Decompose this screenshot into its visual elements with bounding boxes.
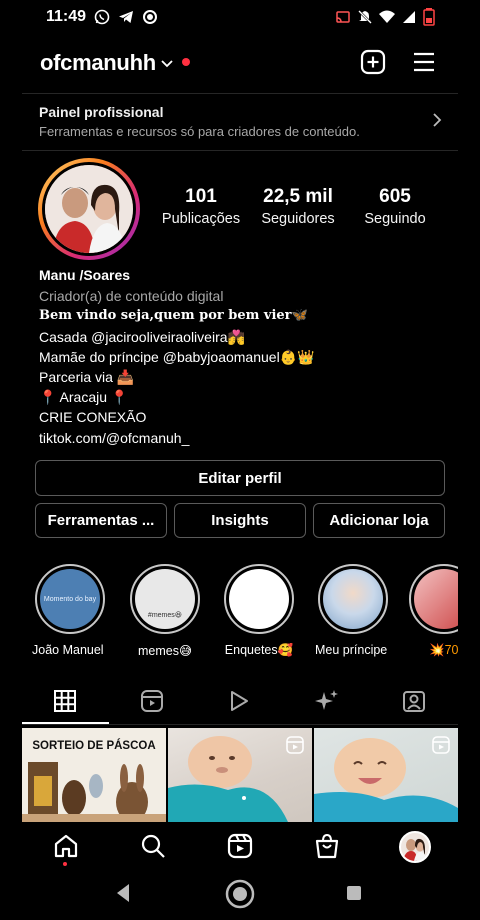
battery-icon: [420, 8, 438, 26]
bio-line: Bem vindo seja,quem por bem vier🦋: [39, 308, 308, 323]
stat-posts-value: 101: [185, 186, 217, 207]
tab-reels[interactable]: [109, 686, 195, 716]
record-icon: [141, 8, 159, 26]
insights-button[interactable]: Insights: [174, 503, 306, 538]
stat-posts[interactable]: 101 Publicações: [151, 186, 251, 227]
profile-name: Manu /Soares: [39, 267, 131, 283]
chevron-right-icon: [432, 112, 442, 133]
status-bar: 11:49: [0, 0, 480, 36]
create-icon[interactable]: [359, 48, 387, 76]
menu-icon[interactable]: [410, 48, 438, 76]
highlight-cover: [318, 564, 388, 634]
bio-link[interactable]: tiktok.com/@ofcmanuh_: [39, 430, 189, 446]
highlight-item[interactable]: 💥70: [409, 564, 458, 658]
highlight-item[interactable]: Meu príncipe ...: [315, 564, 391, 657]
highlight-cover: [409, 564, 458, 634]
highlight-cover: [224, 564, 294, 634]
highlight-label: João Manuel ...: [32, 643, 108, 657]
highlight-label: 💥70: [429, 643, 458, 657]
highlight-cover: Momento do bay: [35, 564, 105, 634]
mute-icon: [356, 8, 374, 26]
stat-followers[interactable]: 22,5 mil Seguidores: [248, 186, 348, 227]
tab-video[interactable]: [196, 686, 282, 716]
profile-avatar[interactable]: [399, 831, 431, 863]
chevron-down-icon[interactable]: [160, 56, 174, 74]
post-thumbnail[interactable]: [168, 728, 312, 822]
highlight-cover-text: #memes😆: [147, 612, 183, 619]
status-time: 11:49: [46, 8, 87, 25]
whatsapp-icon: [93, 8, 111, 26]
tab-grid[interactable]: [22, 686, 108, 716]
stat-following-label: Seguindo: [364, 211, 426, 227]
stat-following-value: 605: [379, 186, 411, 207]
bio-line: 📍 Aracaju 📍: [39, 389, 129, 405]
panel-title: Painel profissional: [39, 104, 164, 120]
stat-followers-value: 22,5 mil: [263, 186, 333, 207]
post-thumbnail[interactable]: [314, 728, 458, 822]
telegram-icon: [117, 8, 135, 26]
shop-icon[interactable]: [312, 830, 342, 862]
bio-line: Parceria via 📥: [39, 369, 135, 385]
add-shop-button[interactable]: Adicionar loja: [313, 503, 445, 538]
post-caption: SORTEIO DE PÁSCOA: [32, 740, 156, 752]
post-thumbnail[interactable]: SORTEIO DE PÁSCOA: [22, 728, 166, 822]
reel-badge-icon: [432, 736, 450, 759]
highlight-label: memes😅: [137, 644, 192, 658]
profile-avatar-large[interactable]: [42, 162, 136, 256]
highlight-label: Enquetes🥰: [224, 643, 294, 657]
tab-effects[interactable]: [284, 686, 370, 716]
bio-line[interactable]: Casada @jacirooliveiraoliveira💏: [39, 329, 245, 346]
panel-subtitle: Ferramentas e recursos só para criadores…: [39, 124, 360, 139]
highlight-item[interactable]: #memes😆 memes😅: [127, 564, 203, 658]
stat-following[interactable]: 605 Seguindo: [345, 186, 445, 227]
highlight-item[interactable]: Enquetes🥰: [221, 564, 297, 658]
back-icon[interactable]: [114, 882, 132, 909]
stat-posts-label: Publicações: [161, 211, 241, 227]
home-circle-icon[interactable]: [225, 879, 255, 914]
home-notification-dot: [63, 862, 67, 866]
highlight-cover: #memes😆: [130, 564, 200, 634]
bio-line: CRIE CONEXÃO: [39, 409, 147, 425]
home-icon[interactable]: [51, 830, 81, 862]
highlight-cover-text: Momento do bay: [43, 595, 97, 603]
stat-followers-label: Seguidores: [261, 211, 335, 227]
cast-icon: [334, 8, 352, 26]
reel-badge-icon: [286, 736, 304, 759]
edit-profile-button[interactable]: Editar perfil: [35, 460, 445, 496]
profile-username[interactable]: ofcmanuhh: [40, 50, 156, 76]
tab-divider: [22, 724, 458, 725]
tools-button[interactable]: Ferramentas ...: [35, 503, 167, 538]
signal-icon: [400, 8, 418, 26]
search-icon[interactable]: [138, 830, 168, 862]
highlight-label: Meu príncipe ...: [315, 643, 391, 657]
tab-tagged[interactable]: [371, 686, 457, 716]
notification-dot: [182, 58, 190, 66]
bio-line[interactable]: Mamãe do príncipe @babyjoaomanuel👶👑: [39, 349, 315, 366]
reels-icon[interactable]: [225, 830, 255, 862]
professional-dashboard[interactable]: Painel profissional Ferramentas e recurs…: [22, 93, 458, 151]
wifi-icon: [378, 8, 396, 26]
highlight-item[interactable]: Momento do bay João Manuel ...: [32, 564, 108, 657]
recents-icon[interactable]: [346, 885, 362, 906]
profile-category: Criador(a) de conteúdo digital: [39, 288, 224, 304]
